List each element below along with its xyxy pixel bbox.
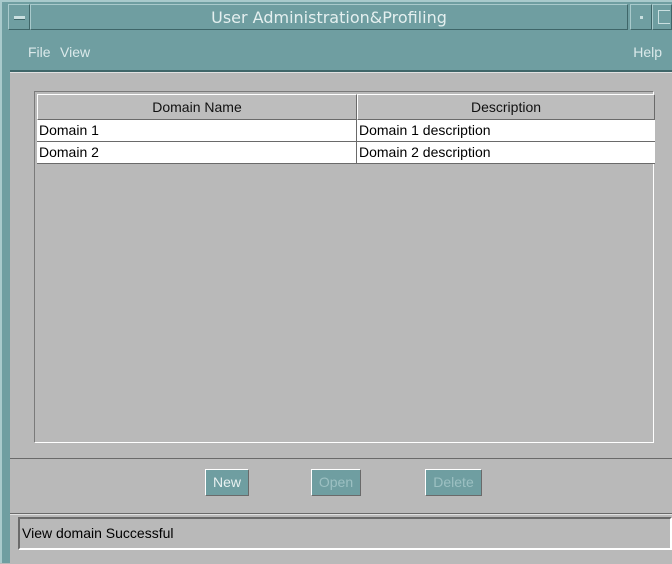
content-area: Domain Name Description Domain 1 Domain … [10,72,672,459]
delete-button[interactable]: Delete [425,469,482,496]
cell-description[interactable]: Domain 1 description [357,120,655,141]
maximize-icon[interactable] [652,4,672,30]
window-menu-icon[interactable] [8,4,30,30]
menu-help[interactable]: Help [633,44,662,60]
domain-table-panel: Domain Name Description Domain 1 Domain … [34,91,655,443]
menu-file[interactable]: File [28,44,51,60]
column-header-description[interactable]: Description [357,94,655,120]
cell-description[interactable]: Domain 2 description [357,142,655,163]
table-row[interactable]: Domain 1 Domain 1 description [37,120,655,142]
status-message: View domain Successful [18,517,672,550]
open-button[interactable]: Open [311,469,361,496]
cell-domain-name[interactable]: Domain 2 [37,142,357,163]
button-bar: New Open Delete [10,458,672,514]
new-button[interactable]: New [205,469,249,496]
status-bar: View domain Successful [10,514,672,564]
domain-table: Domain Name Description Domain 1 Domain … [37,94,655,164]
table-row[interactable]: Domain 2 Domain 2 description [37,142,655,164]
table-header: Domain Name Description [37,94,655,120]
window-title: User Administration&Profiling [30,4,628,30]
menu-bar: File View Help [10,36,672,72]
menu-view[interactable]: View [60,44,90,60]
cell-domain-name[interactable]: Domain 1 [37,120,357,141]
minimize-icon[interactable] [630,4,652,30]
column-header-domain-name[interactable]: Domain Name [37,94,357,120]
title-bar[interactable]: User Administration&Profiling [8,4,672,30]
